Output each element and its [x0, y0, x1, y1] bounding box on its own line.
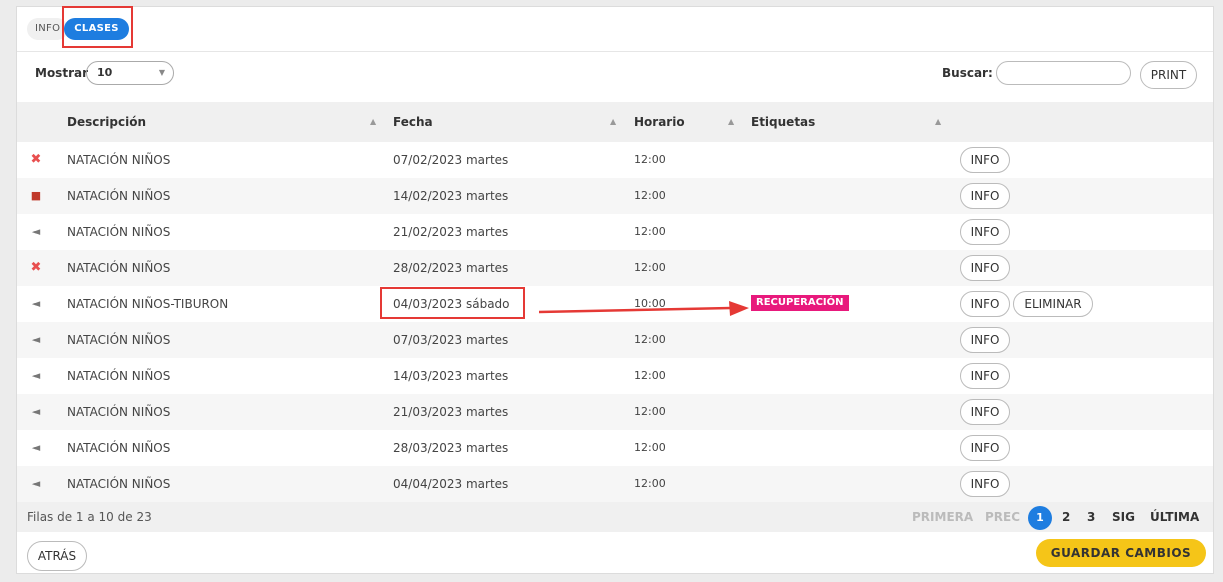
table-row: ■ NATACIÓN NIÑOS 14/02/2023 martes 12:00 INF… [17, 178, 1213, 214]
cell-descripcion: NATACIÓN NIÑOS [67, 441, 171, 455]
cell-descripcion: NATACIÓN NIÑOS [67, 189, 171, 203]
cell-horario: 12:00 [634, 333, 666, 346]
cell-descripcion: NATACIÓN NIÑOS [67, 225, 171, 239]
table-row: ✖ NATACIÓN NIÑOS 07/02/2023 martes 12:00 INF… [17, 142, 1213, 178]
cell-fecha: 21/02/2023 martes [393, 225, 509, 239]
classes-panel: INFO CLASES Mostrar 10 ▼ Buscar: PRINT D… [16, 6, 1214, 574]
info-button[interactable]: INFO [960, 183, 1010, 209]
swim-icon: ◄ [31, 369, 41, 382]
page-size-select[interactable]: 10 ▼ [86, 61, 174, 85]
swim-icon: ◄ [31, 477, 41, 490]
pagination-page-3[interactable]: 3 [1087, 502, 1095, 532]
cell-horario: 12:00 [634, 153, 666, 166]
page-size-value: 10 [97, 66, 113, 79]
mostrar-label: Mostrar [35, 66, 88, 80]
eliminar-button[interactable]: ELIMINAR [1013, 291, 1093, 317]
pagination-first: PRIMERA [912, 510, 974, 524]
tag-badge: RECUPERACIÓN [751, 295, 849, 311]
cell-horario: 12:00 [634, 405, 666, 418]
cell-fecha: 14/03/2023 martes [393, 369, 509, 383]
divider [17, 51, 1213, 52]
row-count-text: Filas de 1 a 10 de 23 [27, 510, 152, 524]
sort-asc-icon[interactable]: ▲ [610, 102, 616, 142]
highlight-box-tabs [62, 6, 133, 48]
info-button[interactable]: INFO [960, 363, 1010, 389]
cell-descripcion: NATACIÓN NIÑOS [67, 153, 171, 167]
pagination-last[interactable]: ÚLTIMA [1150, 502, 1199, 532]
cell-descripcion: NATACIÓN NIÑOS [67, 261, 171, 275]
table-header: Descripción ▲ Fecha ▲ Horario ▲ Etiqueta… [17, 102, 1213, 142]
pagination-prev: PREC [985, 510, 1021, 524]
cell-horario: 12:00 [634, 369, 666, 382]
info-button[interactable]: INFO [960, 147, 1010, 173]
x-icon: ✖ [30, 152, 42, 167]
cell-horario: 12:00 [634, 225, 666, 238]
info-button[interactable]: INFO [960, 219, 1010, 245]
cell-fecha: 07/03/2023 martes [393, 333, 509, 347]
cell-fecha: 21/03/2023 martes [393, 405, 509, 419]
search-input[interactable] [996, 61, 1131, 85]
buscar-label: Buscar: [942, 66, 993, 80]
cell-fecha: 14/02/2023 martes [393, 189, 509, 203]
save-changes-button[interactable]: GUARDAR CAMBIOS [1036, 539, 1206, 567]
sort-icon[interactable]: ▲ [935, 102, 941, 142]
cell-horario: 12:00 [634, 477, 666, 490]
swim-icon: ◄ [31, 405, 41, 418]
cell-descripcion: NATACIÓN NIÑOS [67, 333, 171, 347]
column-header-fecha[interactable]: Fecha [393, 102, 433, 142]
annotation-arrow-icon [539, 301, 749, 316]
print-button[interactable]: PRINT [1140, 61, 1197, 89]
cell-descripcion: NATACIÓN NIÑOS [67, 477, 171, 491]
swim-icon: ◄ [31, 441, 41, 454]
sort-icon[interactable]: ▲ [370, 102, 376, 142]
cell-descripcion: NATACIÓN NIÑOS-TIBURON [67, 297, 229, 311]
table-row: ✖ NATACIÓN NIÑOS 28/02/2023 martes 12:00 INF… [17, 250, 1213, 286]
info-button[interactable]: INFO [960, 255, 1010, 281]
cell-fecha: 04/04/2023 martes [393, 477, 509, 491]
bag-icon: ■ [30, 189, 42, 202]
info-button[interactable]: INFO [960, 291, 1010, 317]
table-row: ◄ NATACIÓN NIÑOS 04/04/2023 martes 12:00 INF… [17, 466, 1213, 502]
pagination-next[interactable]: SIG [1112, 502, 1135, 532]
table-row: ◄ NATACIÓN NIÑOS 14/03/2023 martes 12:00 INF… [17, 358, 1213, 394]
x-icon: ✖ [30, 260, 42, 275]
swim-icon: ◄ [31, 297, 41, 310]
highlight-box-date [380, 287, 525, 319]
swim-icon: ◄ [31, 333, 41, 346]
cell-descripcion: NATACIÓN NIÑOS [67, 405, 171, 419]
cell-horario: 12:00 [634, 261, 666, 274]
table-row: ◄ NATACIÓN NIÑOS 21/02/2023 martes 12:00 INF… [17, 214, 1213, 250]
chevron-down-icon: ▼ [158, 68, 165, 77]
sort-icon[interactable]: ▲ [728, 102, 734, 142]
cell-fecha: 28/02/2023 martes [393, 261, 509, 275]
swim-icon: ◄ [31, 225, 41, 238]
column-header-etiquetas[interactable]: Etiquetas [751, 102, 815, 142]
cell-horario: 12:00 [634, 441, 666, 454]
table-row: ◄ NATACIÓN NIÑOS 28/03/2023 martes 12:00 INF… [17, 430, 1213, 466]
table-row: ◄ NATACIÓN NIÑOS 07/03/2023 martes 12:00 INF… [17, 322, 1213, 358]
back-button[interactable]: ATRÁS [27, 541, 87, 571]
column-header-descripcion[interactable]: Descripción [67, 102, 146, 142]
cell-fecha: 28/03/2023 martes [393, 441, 509, 455]
cell-descripcion: NATACIÓN NIÑOS [67, 369, 171, 383]
table-row: ◄ NATACIÓN NIÑOS 21/03/2023 martes 12:00 INF… [17, 394, 1213, 430]
cell-horario: 12:00 [634, 189, 666, 202]
table-footer: Filas de 1 a 10 de 23 PRIMERA PREC 1 2 3… [17, 502, 1213, 532]
pagination-page-1[interactable]: 1 [1028, 506, 1052, 530]
info-button[interactable]: INFO [960, 399, 1010, 425]
cell-fecha: 07/02/2023 martes [393, 153, 509, 167]
info-button[interactable]: INFO [960, 435, 1010, 461]
column-header-horario[interactable]: Horario [634, 102, 685, 142]
info-button[interactable]: INFO [960, 327, 1010, 353]
table-body: ✖ NATACIÓN NIÑOS 07/02/2023 martes 12:00 INF… [17, 142, 1213, 502]
info-button[interactable]: INFO [960, 471, 1010, 497]
pagination-page-2[interactable]: 2 [1062, 502, 1070, 532]
